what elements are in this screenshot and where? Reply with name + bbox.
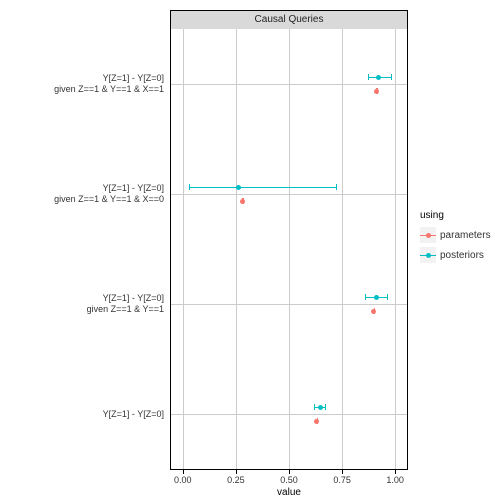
legend-label: posteriors <box>440 250 484 261</box>
facet-title: Causal Queries <box>255 14 324 25</box>
x-tick-label: 0.75 <box>322 475 362 485</box>
legend-item: parameters <box>420 227 491 243</box>
chart-figure: Causal Queries 0.00 0.25 0.50 0.75 1.00 Y[Z=… <box>0 0 504 504</box>
legend-key-icon <box>420 227 436 243</box>
legend-item: posteriors <box>420 247 491 263</box>
x-tick-label: 0.25 <box>216 475 256 485</box>
x-tick-label: 1.00 <box>375 475 415 485</box>
y-tick-label: Y[Z=1] - Y[Z=0] given Z==1 & Y==1 & X==1 <box>0 73 164 95</box>
legend-label: parameters <box>440 230 491 241</box>
y-tick-label: Y[Z=1] - Y[Z=0] given Z==1 & Y==1 <box>0 293 164 315</box>
legend-title: using <box>420 210 491 221</box>
x-axis-label: value <box>170 487 408 498</box>
y-tick-label: Y[Z=1] - Y[Z=0] given Z==1 & Y==1 & X==0 <box>0 183 164 205</box>
x-tick-label: 0.50 <box>269 475 309 485</box>
plot-area: Causal Queries <box>170 10 408 470</box>
legend-key-icon <box>420 247 436 263</box>
facet-strip: Causal Queries <box>171 11 407 30</box>
plot-panel <box>171 29 407 469</box>
legend: using parameters posteriors <box>420 210 491 267</box>
y-tick-label: Y[Z=1] - Y[Z=0] <box>0 409 164 420</box>
x-tick-label: 0.00 <box>163 475 203 485</box>
